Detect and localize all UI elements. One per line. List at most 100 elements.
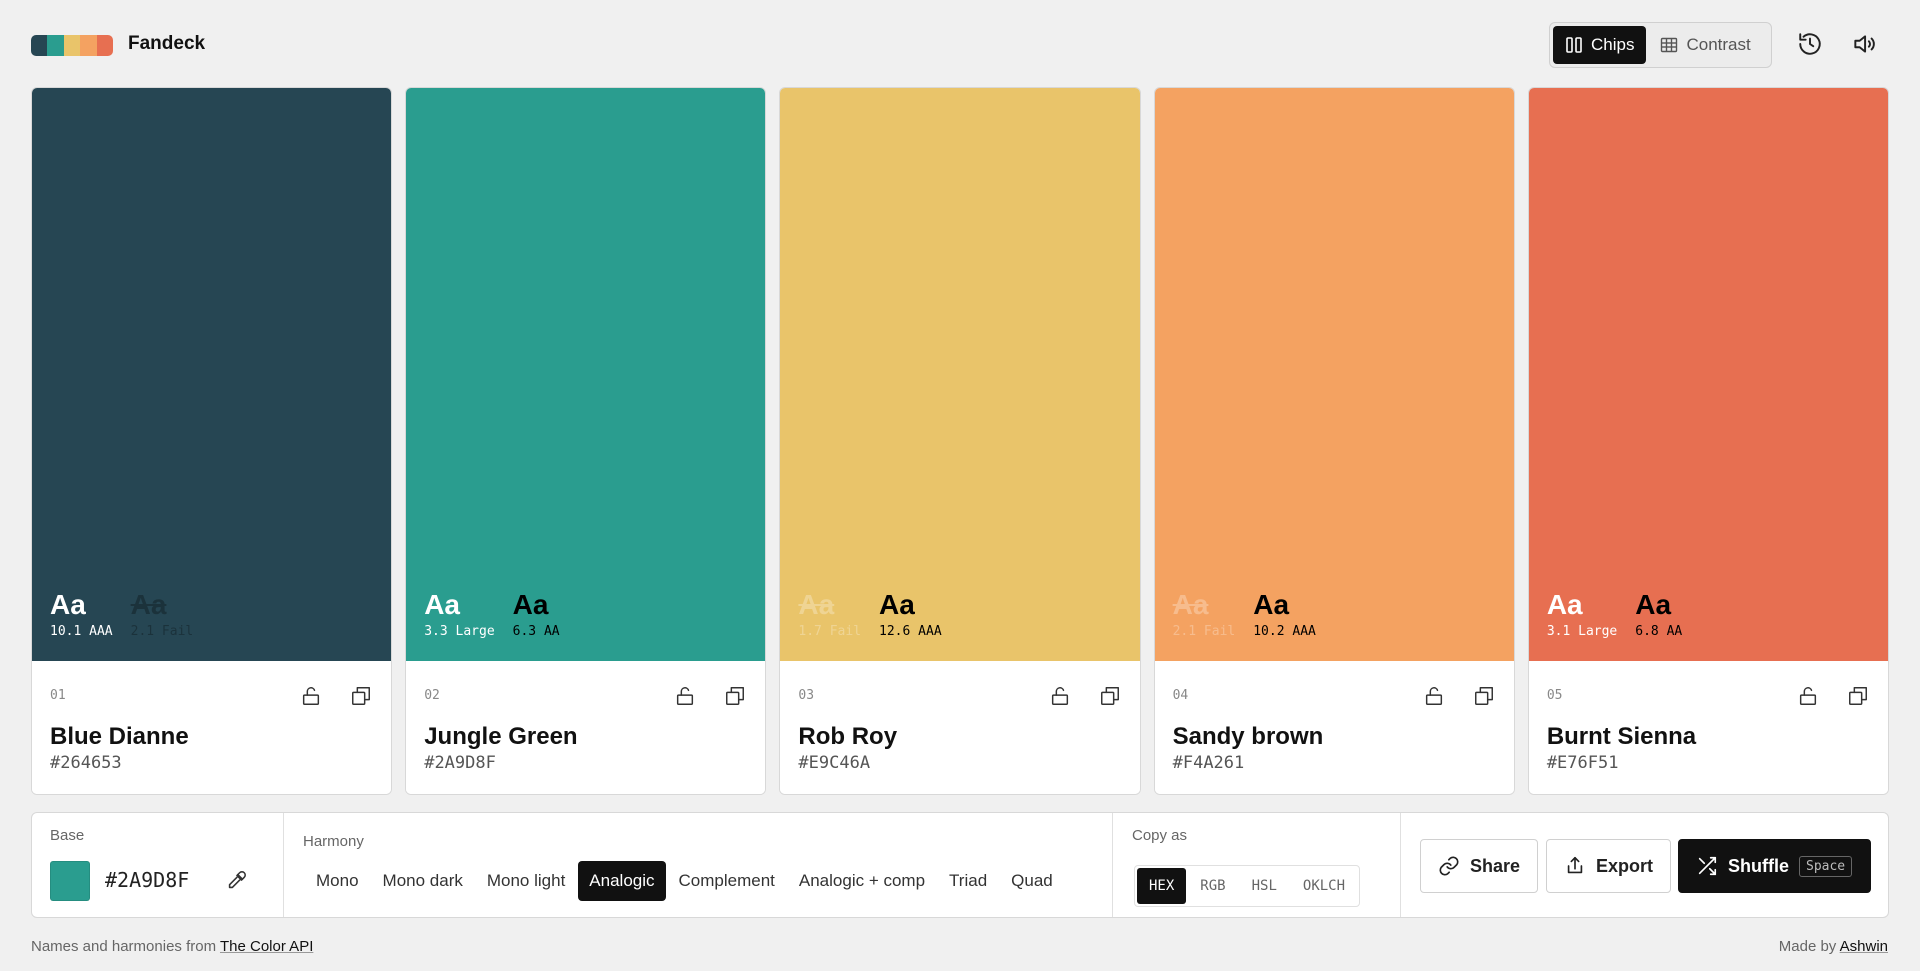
harmony-options: Mono Mono dark Mono light Analogic Complemen… [305, 861, 1064, 901]
copy-icon[interactable] [724, 685, 746, 707]
harmony-option[interactable]: Triad [938, 861, 998, 901]
harmony-option[interactable]: Complement [668, 861, 786, 901]
copy-format-selector: HEX RGB HSL OKLCH [1134, 865, 1361, 907]
color-swatch[interactable]: Aa 1.7 Fail Aa 12.6 AAA [780, 88, 1140, 661]
color-swatch[interactable]: Aa 3.3 Large Aa 6.3 AA [406, 88, 766, 661]
contrast-score: 1.7 Fail [798, 624, 862, 639]
copy-icon[interactable] [1847, 685, 1869, 707]
tab-contrast[interactable]: Contrast [1648, 26, 1762, 64]
contrast-score: 3.3 Large [424, 624, 495, 639]
logo-stripe [80, 35, 97, 56]
harmony-option[interactable]: Mono dark [372, 861, 474, 901]
color-info: 03 Rob Roy #E9C46A [780, 661, 1140, 794]
contrast-sample-text: Aa [1546, 589, 1583, 620]
export-button[interactable]: Export [1546, 839, 1672, 893]
color-index: 02 [424, 688, 440, 703]
shuffle-shortcut-key: Space [1799, 855, 1853, 877]
author-link[interactable]: Ashwin [1840, 938, 1888, 955]
color-info: 04 Sandy brown #F4A261 [1154, 661, 1514, 794]
color-hex[interactable]: #2A9D8F [424, 753, 496, 773]
contrast-sample: Aa 2.1 Fail [1172, 590, 1236, 640]
shuffle-button[interactable]: Shuffle Space [1678, 839, 1871, 893]
contrast-score: 3.1 Large [1546, 624, 1618, 639]
contrast-sample-text: Aa [1635, 589, 1672, 620]
logo-stripe [96, 35, 113, 56]
copy-icon[interactable] [1473, 685, 1495, 707]
tab-chips[interactable]: Chips [1553, 26, 1647, 64]
color-info: 01 Blue Dianne #264653 [32, 661, 392, 794]
color-swatch[interactable]: Aa 10.1 AAA Aa 2.1 Fail [32, 88, 392, 661]
copy-format-option[interactable]: RGB [1188, 868, 1237, 904]
contrast-samples: Aa 1.7 Fail Aa 12.6 AAA [798, 590, 942, 640]
contrast-sample: Aa 10.1 AAA [50, 589, 113, 640]
share-label: Share [1470, 855, 1521, 876]
contrast-sample: Aa 1.7 Fail [798, 590, 862, 640]
unlock-icon[interactable] [300, 685, 322, 707]
harmony-option[interactable]: Mono [305, 861, 370, 901]
color-hex[interactable]: #F4A261 [1173, 753, 1245, 773]
copy-format-option[interactable]: HSL [1240, 868, 1289, 904]
unlock-icon[interactable] [1423, 685, 1445, 707]
app-logo [31, 35, 113, 56]
harmony-option[interactable]: Quad [1000, 861, 1064, 901]
contrast-sample: Aa 3.1 Large [1546, 589, 1618, 640]
harmony-label: Harmony [303, 833, 364, 850]
speaker-icon[interactable] [1851, 31, 1877, 57]
unlock-icon[interactable] [674, 685, 696, 707]
color-hex[interactable]: #264653 [50, 753, 122, 773]
color-swatch[interactable]: Aa 2.1 Fail Aa 10.2 AAA [1154, 88, 1514, 661]
contrast-sample-text: Aa [50, 589, 86, 620]
contrast-score: 10.1 AAA [50, 624, 113, 639]
unlock-icon[interactable] [1049, 685, 1071, 707]
contrast-score: 6.8 AA [1635, 624, 1683, 639]
harmony-option[interactable]: Mono light [476, 861, 576, 901]
contrast-sample-text: Aa [130, 589, 167, 620]
logo-stripe [63, 35, 81, 56]
footer-left-text: Names and harmonies from [31, 938, 220, 955]
base-hex-value[interactable]: #2A9D8F [105, 868, 189, 892]
color-hex[interactable]: #E76F51 [1547, 753, 1619, 773]
contrast-score: 2.1 Fail [130, 624, 194, 639]
contrast-score: 2.1 Fail [1172, 624, 1236, 639]
contrast-samples: Aa 10.1 AAA Aa 2.1 Fail [50, 589, 194, 640]
copy-format-option[interactable]: OKLCH [1291, 868, 1357, 904]
color-api-link[interactable]: The Color API [220, 938, 313, 955]
harmony-option[interactable]: Analogic + comp [788, 861, 936, 901]
color-card: Aa 10.1 AAA Aa 2.1 Fail 01 Blue Dianne #… [31, 87, 393, 795]
color-swatch[interactable]: Aa 3.1 Large Aa 6.8 AA [1528, 88, 1889, 661]
color-cards: Aa 10.1 AAA Aa 2.1 Fail 01 Blue Dianne #… [31, 87, 1890, 795]
contrast-sample: Aa 6.3 AA [512, 589, 560, 640]
link-icon [1439, 856, 1459, 876]
history-icon[interactable] [1797, 31, 1823, 57]
color-hex[interactable]: #E9C46A [798, 753, 870, 773]
app-title: Fandeck [128, 33, 206, 54]
contrast-sample-text: Aa [424, 589, 460, 620]
divider [1112, 813, 1113, 917]
color-name: Burnt Sienna [1546, 723, 1697, 750]
base-color-swatch[interactable] [50, 861, 90, 901]
grid-icon [1661, 37, 1678, 53]
copy-format-option[interactable]: HEX [1137, 868, 1187, 904]
color-name: Jungle Green [424, 723, 578, 750]
color-index: 04 [1172, 688, 1189, 703]
tab-chips-label: Chips [1591, 35, 1635, 54]
contrast-score: 12.6 AAA [879, 624, 942, 639]
unlock-icon[interactable] [1797, 685, 1819, 707]
harmony-option[interactable]: Analogic [578, 861, 666, 901]
contrast-sample-text: Aa [1253, 589, 1290, 620]
logo-stripe [47, 35, 64, 56]
eyedropper-icon[interactable] [225, 870, 247, 892]
contrast-sample-text: Aa [512, 589, 549, 620]
copy-icon[interactable] [350, 685, 372, 707]
upload-icon [1567, 856, 1583, 874]
color-card: Aa 2.1 Fail Aa 10.2 AAA 04 Sandy brown #… [1153, 87, 1515, 795]
color-info: 02 Jungle Green #2A9D8F [406, 661, 766, 794]
tab-contrast-label: Contrast [1686, 35, 1751, 54]
header: Fandeck Chips Contrast [0, 0, 1920, 88]
contrast-sample: Aa 12.6 AAA [879, 590, 942, 640]
copy-icon[interactable] [1099, 685, 1121, 707]
shuffle-icon [1698, 856, 1717, 876]
footer-right-text: Made by [1778, 938, 1840, 955]
divider [283, 813, 284, 917]
share-button[interactable]: Share [1420, 839, 1539, 893]
